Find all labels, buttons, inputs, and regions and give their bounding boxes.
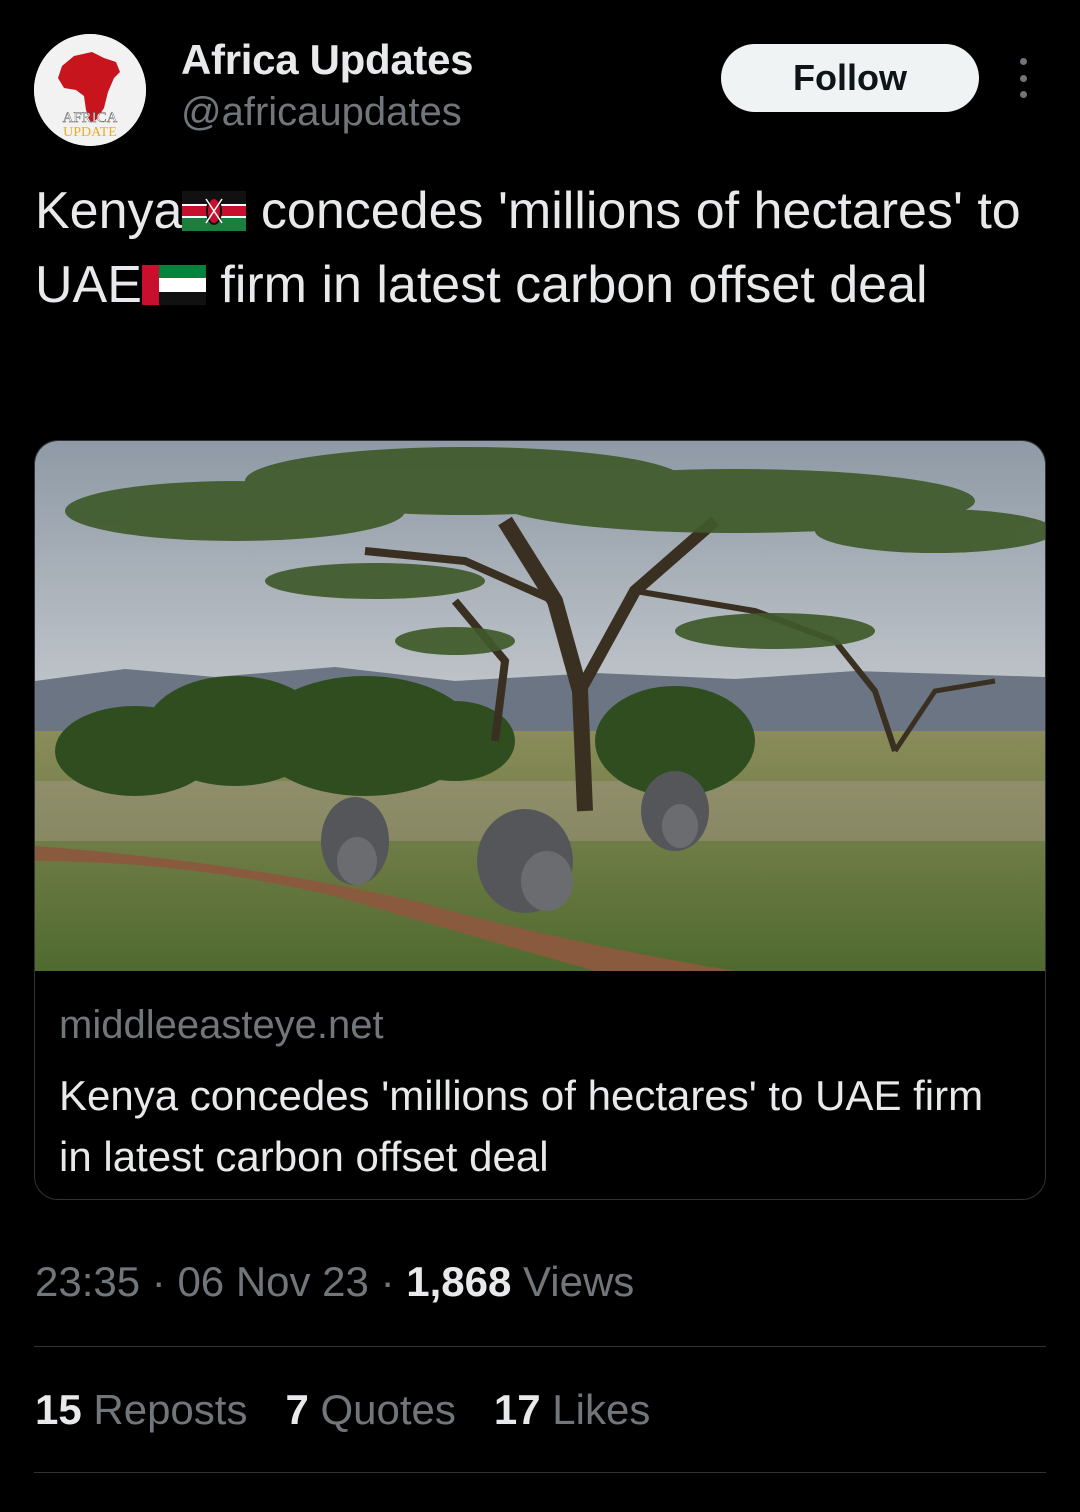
follow-button[interactable]: Follow: [721, 44, 979, 112]
card-title: Kenya concedes 'millions of hectares' to…: [59, 1072, 984, 1180]
likes-count: 17: [493, 1386, 541, 1433]
tweet-text-part1: Kenya: [35, 182, 183, 240]
divider: [34, 1346, 1046, 1347]
divider: [34, 1472, 1046, 1473]
avatar[interactable]: AFRICA UPDATE: [34, 34, 146, 146]
views-count: 1,868: [406, 1258, 512, 1305]
meta-separator: ·: [140, 1258, 178, 1305]
tweet-text: Kenya concedes 'millions of hectares' to…: [35, 174, 1045, 322]
avatar-text-top: AFRICA: [62, 110, 117, 126]
tweet-date[interactable]: 06 Nov 23: [177, 1258, 368, 1305]
kenya-flag-icon: [182, 191, 247, 231]
quotes-stat[interactable]: 7 Quotes: [285, 1386, 455, 1434]
likes-stat[interactable]: 17 Likes: [494, 1386, 650, 1434]
meta-separator: ·: [368, 1258, 407, 1305]
tweet-meta: 23:35 · 06 Nov 23 · 1,868 Views: [35, 1258, 634, 1306]
tweet-text-part3: firm in latest carbon offset deal: [205, 256, 928, 314]
reposts-stat[interactable]: 15 Reposts: [35, 1386, 247, 1434]
avatar-text-bottom: UPDATE: [63, 125, 117, 140]
author-name[interactable]: Africa Updates: [181, 36, 474, 84]
quotes-count: 7: [285, 1386, 309, 1433]
likes-label: Likes: [540, 1386, 651, 1433]
author-handle[interactable]: @africaupdates: [181, 90, 462, 135]
views-label: Views: [511, 1258, 635, 1305]
engagement-stats: 15 Reposts 7 Quotes 17 Likes: [35, 1386, 650, 1434]
uae-flag-icon: [141, 265, 206, 305]
card-domain: middleeasteye.net: [59, 1003, 384, 1047]
tweet-time[interactable]: 23:35: [35, 1258, 140, 1305]
card-image[interactable]: [35, 441, 1045, 971]
reposts-count: 15: [35, 1386, 82, 1433]
more-options-icon[interactable]: [1008, 58, 1038, 98]
reposts-label: Reposts: [81, 1386, 248, 1433]
quotes-label: Quotes: [308, 1386, 456, 1433]
link-card[interactable]: middleeasteye.net Kenya concedes 'millio…: [34, 440, 1046, 1200]
